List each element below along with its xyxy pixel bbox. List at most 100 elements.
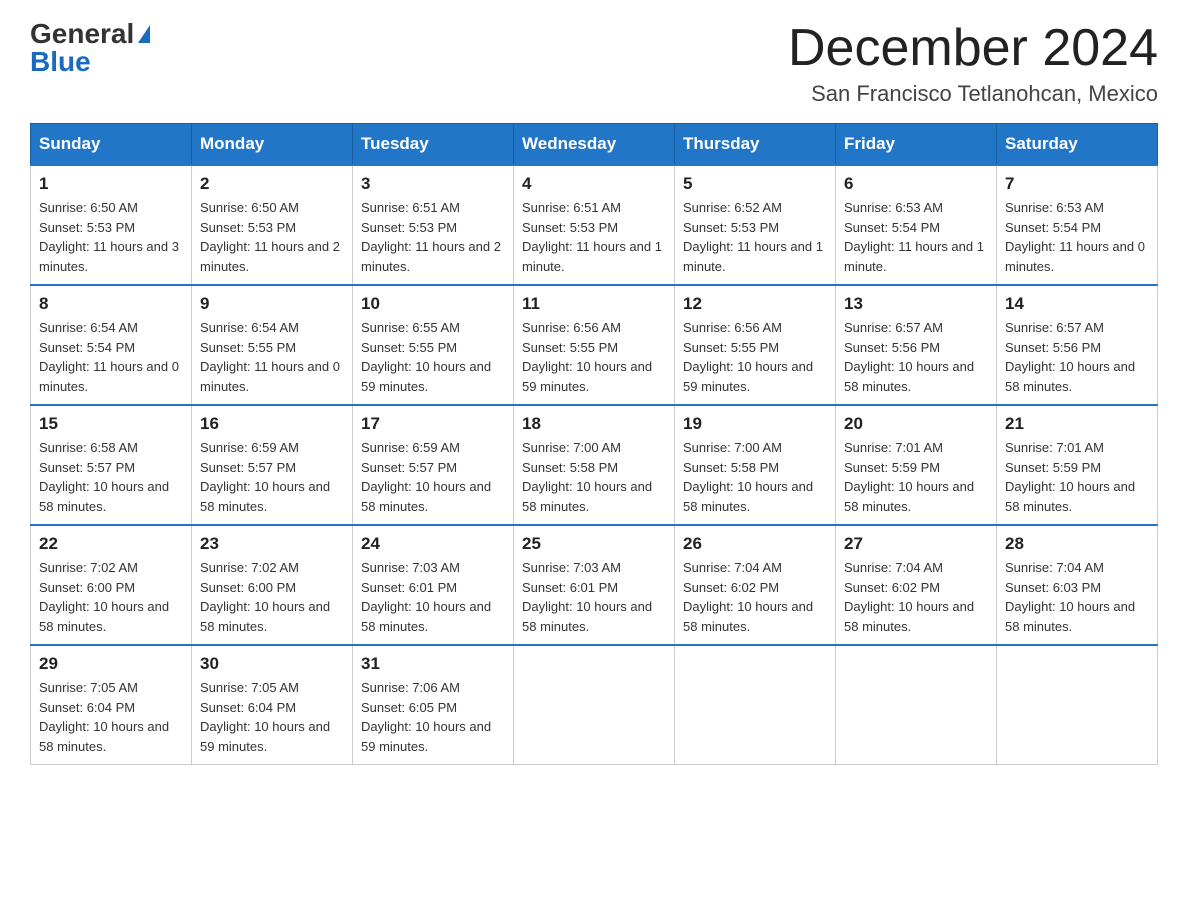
- day-info: Sunrise: 6:59 AMSunset: 5:57 PMDaylight:…: [361, 438, 505, 516]
- calendar-day-20: 20 Sunrise: 7:01 AMSunset: 5:59 PMDayligh…: [836, 405, 997, 525]
- day-number: 9: [200, 294, 344, 314]
- calendar-table: SundayMondayTuesdayWednesdayThursdayFrid…: [30, 123, 1158, 765]
- day-number: 28: [1005, 534, 1149, 554]
- day-info: Sunrise: 7:04 AMSunset: 6:02 PMDaylight:…: [683, 558, 827, 636]
- calendar-day-21: 21 Sunrise: 7:01 AMSunset: 5:59 PMDayligh…: [997, 405, 1158, 525]
- day-number: 1: [39, 174, 183, 194]
- calendar-day-17: 17 Sunrise: 6:59 AMSunset: 5:57 PMDayligh…: [353, 405, 514, 525]
- calendar-day-25: 25Sunrise: 7:03 AMSunset: 6:01 PMDayligh…: [514, 525, 675, 645]
- page-header: General Blue December 2024 San Francisco…: [30, 20, 1158, 107]
- day-info: Sunrise: 7:01 AMSunset: 5:59 PMDaylight:…: [1005, 438, 1149, 516]
- day-number: 10: [361, 294, 505, 314]
- day-info: Sunrise: 7:05 AMSunset: 6:04 PMDaylight:…: [200, 678, 344, 756]
- day-info: Sunrise: 6:57 AMSunset: 5:56 PMDaylight:…: [844, 318, 988, 396]
- calendar-day-23: 23 Sunrise: 7:02 AMSunset: 6:00 PMDayligh…: [192, 525, 353, 645]
- day-number: 8: [39, 294, 183, 314]
- calendar-week-row: 22 Sunrise: 7:02 AMSunset: 6:00 PMDayligh…: [31, 525, 1158, 645]
- day-number: 24: [361, 534, 505, 554]
- title-area: December 2024 San Francisco Tetlanohcan,…: [788, 20, 1158, 107]
- calendar-day-empty: [675, 645, 836, 765]
- day-info: Sunrise: 7:02 AMSunset: 6:00 PMDaylight:…: [200, 558, 344, 636]
- day-info: Sunrise: 7:02 AMSunset: 6:00 PMDaylight:…: [39, 558, 183, 636]
- day-info: Sunrise: 6:51 AMSunset: 5:53 PMDaylight:…: [361, 198, 505, 276]
- weekday-header-thursday: Thursday: [675, 124, 836, 166]
- calendar-day-16: 16 Sunrise: 6:59 AMSunset: 5:57 PMDayligh…: [192, 405, 353, 525]
- day-info: Sunrise: 6:50 AMSunset: 5:53 PMDaylight:…: [39, 198, 183, 276]
- day-number: 7: [1005, 174, 1149, 194]
- calendar-day-10: 10 Sunrise: 6:55 AMSunset: 5:55 PMDayligh…: [353, 285, 514, 405]
- logo-triangle-icon: [138, 25, 150, 43]
- calendar-day-empty: [836, 645, 997, 765]
- day-number: 26: [683, 534, 827, 554]
- calendar-day-5: 5Sunrise: 6:52 AMSunset: 5:53 PMDaylight…: [675, 165, 836, 285]
- weekday-header-saturday: Saturday: [997, 124, 1158, 166]
- day-info: Sunrise: 7:01 AMSunset: 5:59 PMDaylight:…: [844, 438, 988, 516]
- weekday-header-wednesday: Wednesday: [514, 124, 675, 166]
- day-info: Sunrise: 6:58 AMSunset: 5:57 PMDaylight:…: [39, 438, 183, 516]
- day-info: Sunrise: 6:56 AMSunset: 5:55 PMDaylight:…: [683, 318, 827, 396]
- location-subtitle: San Francisco Tetlanohcan, Mexico: [788, 81, 1158, 107]
- calendar-day-11: 11Sunrise: 6:56 AMSunset: 5:55 PMDayligh…: [514, 285, 675, 405]
- day-number: 11: [522, 294, 666, 314]
- day-info: Sunrise: 7:04 AMSunset: 6:03 PMDaylight:…: [1005, 558, 1149, 636]
- day-number: 21: [1005, 414, 1149, 434]
- calendar-day-30: 30Sunrise: 7:05 AMSunset: 6:04 PMDayligh…: [192, 645, 353, 765]
- weekday-header-friday: Friday: [836, 124, 997, 166]
- calendar-day-19: 19Sunrise: 7:00 AMSunset: 5:58 PMDayligh…: [675, 405, 836, 525]
- day-info: Sunrise: 6:52 AMSunset: 5:53 PMDaylight:…: [683, 198, 827, 276]
- day-number: 31: [361, 654, 505, 674]
- calendar-day-18: 18Sunrise: 7:00 AMSunset: 5:58 PMDayligh…: [514, 405, 675, 525]
- calendar-day-24: 24 Sunrise: 7:03 AMSunset: 6:01 PMDayligh…: [353, 525, 514, 645]
- day-info: Sunrise: 6:54 AMSunset: 5:54 PMDaylight:…: [39, 318, 183, 396]
- weekday-header-tuesday: Tuesday: [353, 124, 514, 166]
- logo-general-text: General: [30, 20, 134, 48]
- day-number: 18: [522, 414, 666, 434]
- logo: General Blue: [30, 20, 150, 76]
- calendar-day-1: 1 Sunrise: 6:50 AMSunset: 5:53 PMDaylight…: [31, 165, 192, 285]
- calendar-day-3: 3 Sunrise: 6:51 AMSunset: 5:53 PMDaylight…: [353, 165, 514, 285]
- calendar-week-row: 29 Sunrise: 7:05 AMSunset: 6:04 PMDayligh…: [31, 645, 1158, 765]
- day-info: Sunrise: 7:03 AMSunset: 6:01 PMDaylight:…: [361, 558, 505, 636]
- day-number: 19: [683, 414, 827, 434]
- calendar-day-6: 6Sunrise: 6:53 AMSunset: 5:54 PMDaylight…: [836, 165, 997, 285]
- calendar-day-13: 13 Sunrise: 6:57 AMSunset: 5:56 PMDayligh…: [836, 285, 997, 405]
- day-number: 16: [200, 414, 344, 434]
- logo-blue-text: Blue: [30, 48, 91, 76]
- calendar-day-8: 8 Sunrise: 6:54 AMSunset: 5:54 PMDaylight…: [31, 285, 192, 405]
- day-number: 22: [39, 534, 183, 554]
- day-info: Sunrise: 6:53 AMSunset: 5:54 PMDaylight:…: [1005, 198, 1149, 276]
- weekday-header-monday: Monday: [192, 124, 353, 166]
- day-number: 20: [844, 414, 988, 434]
- calendar-day-7: 7 Sunrise: 6:53 AMSunset: 5:54 PMDaylight…: [997, 165, 1158, 285]
- day-number: 17: [361, 414, 505, 434]
- calendar-day-14: 14 Sunrise: 6:57 AMSunset: 5:56 PMDayligh…: [997, 285, 1158, 405]
- weekday-header-sunday: Sunday: [31, 124, 192, 166]
- calendar-week-row: 8 Sunrise: 6:54 AMSunset: 5:54 PMDaylight…: [31, 285, 1158, 405]
- calendar-day-31: 31 Sunrise: 7:06 AMSunset: 6:05 PMDayligh…: [353, 645, 514, 765]
- day-number: 4: [522, 174, 666, 194]
- calendar-day-12: 12Sunrise: 6:56 AMSunset: 5:55 PMDayligh…: [675, 285, 836, 405]
- calendar-day-27: 27Sunrise: 7:04 AMSunset: 6:02 PMDayligh…: [836, 525, 997, 645]
- day-info: Sunrise: 6:55 AMSunset: 5:55 PMDaylight:…: [361, 318, 505, 396]
- day-info: Sunrise: 6:57 AMSunset: 5:56 PMDaylight:…: [1005, 318, 1149, 396]
- day-info: Sunrise: 6:59 AMSunset: 5:57 PMDaylight:…: [200, 438, 344, 516]
- day-info: Sunrise: 6:50 AMSunset: 5:53 PMDaylight:…: [200, 198, 344, 276]
- day-number: 14: [1005, 294, 1149, 314]
- calendar-day-2: 2Sunrise: 6:50 AMSunset: 5:53 PMDaylight…: [192, 165, 353, 285]
- day-number: 6: [844, 174, 988, 194]
- day-info: Sunrise: 6:51 AMSunset: 5:53 PMDaylight:…: [522, 198, 666, 276]
- calendar-week-row: 1 Sunrise: 6:50 AMSunset: 5:53 PMDaylight…: [31, 165, 1158, 285]
- day-number: 27: [844, 534, 988, 554]
- day-number: 3: [361, 174, 505, 194]
- day-number: 23: [200, 534, 344, 554]
- month-year-title: December 2024: [788, 20, 1158, 77]
- calendar-day-empty: [997, 645, 1158, 765]
- calendar-week-row: 15Sunrise: 6:58 AMSunset: 5:57 PMDayligh…: [31, 405, 1158, 525]
- day-info: Sunrise: 6:54 AMSunset: 5:55 PMDaylight:…: [200, 318, 344, 396]
- calendar-day-28: 28 Sunrise: 7:04 AMSunset: 6:03 PMDayligh…: [997, 525, 1158, 645]
- day-number: 29: [39, 654, 183, 674]
- day-number: 25: [522, 534, 666, 554]
- day-number: 13: [844, 294, 988, 314]
- calendar-day-29: 29Sunrise: 7:05 AMSunset: 6:04 PMDayligh…: [31, 645, 192, 765]
- day-info: Sunrise: 7:06 AMSunset: 6:05 PMDaylight:…: [361, 678, 505, 756]
